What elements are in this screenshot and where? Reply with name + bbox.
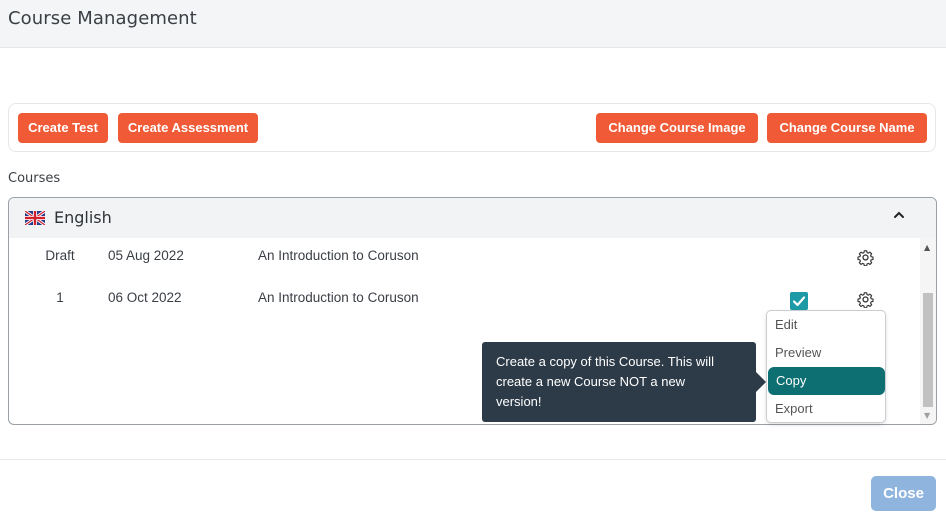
page-header: Course Management: [0, 0, 946, 48]
uk-flag-icon: [25, 211, 45, 225]
tooltip-line: Create a copy of this Course. This will: [496, 354, 714, 369]
course-name-cell: An Introduction to Coruson: [258, 290, 419, 305]
menu-item-preview[interactable]: Preview: [767, 339, 885, 367]
footer-divider: [0, 459, 946, 460]
tooltip-line: create a new Course NOT a new: [496, 374, 686, 389]
courses-label: Courses: [8, 171, 61, 186]
date-cell: 06 Oct 2022: [108, 290, 182, 305]
scroll-up-arrow-icon[interactable]: ▲: [924, 243, 930, 252]
create-test-button[interactable]: Create Test: [18, 113, 108, 143]
menu-item-edit[interactable]: Edit: [767, 311, 885, 339]
language-name: English: [54, 208, 112, 227]
gear-icon[interactable]: [857, 249, 874, 266]
toolbar: Create Test Create Assessment Change Cou…: [8, 103, 936, 152]
published-checkbox[interactable]: [790, 292, 808, 310]
table-row: Draft 05 Aug 2022 An Introduction to Cor…: [9, 242, 917, 272]
menu-item-export[interactable]: Export: [767, 395, 885, 423]
version-cell: 1: [56, 290, 64, 305]
tooltip-line: version!: [496, 394, 542, 409]
create-assessment-button[interactable]: Create Assessment: [118, 113, 258, 143]
scrollbar-thumb[interactable]: [923, 293, 933, 407]
course-name-cell: An Introduction to Coruson: [258, 248, 419, 263]
gear-icon[interactable]: [857, 291, 874, 308]
menu-item-copy[interactable]: Copy: [768, 367, 885, 395]
tooltip-arrow: [756, 372, 766, 392]
scroll-down-arrow-icon[interactable]: ▼: [924, 411, 930, 420]
page-title: Course Management: [8, 8, 197, 29]
change-course-name-button[interactable]: Change Course Name: [767, 113, 927, 143]
row-actions-menu: Edit Preview Copy Export: [766, 310, 886, 423]
copy-tooltip: Create a copy of this Course. This will …: [482, 342, 766, 422]
close-button[interactable]: Close: [871, 476, 936, 511]
version-cell: Draft: [45, 248, 75, 263]
change-course-image-button[interactable]: Change Course Image: [596, 113, 758, 143]
vertical-scrollbar[interactable]: ▲ ▼: [920, 238, 936, 424]
checkmark-icon: [792, 296, 806, 307]
chevron-up-icon[interactable]: [892, 208, 906, 222]
date-cell: 05 Aug 2022: [108, 248, 184, 263]
language-accordion-header[interactable]: English: [9, 198, 936, 238]
